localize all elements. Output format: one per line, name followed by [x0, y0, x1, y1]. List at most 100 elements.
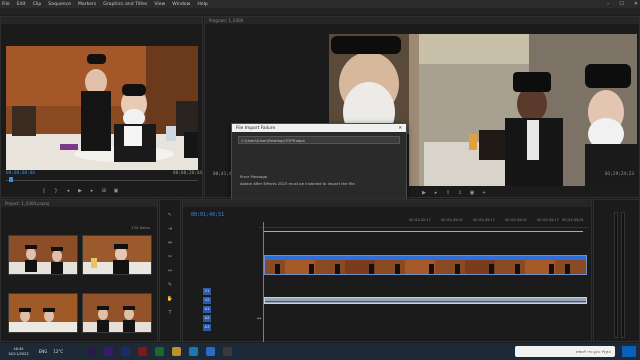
- error-message-text: Adobe After Effects 2023 must be install…: [240, 181, 356, 186]
- project-item-count: 134 Items: [131, 225, 151, 230]
- source-video-frame[interactable]: [6, 46, 198, 170]
- store-icon[interactable]: [206, 347, 216, 356]
- source-video-image: [6, 46, 198, 170]
- video-clip[interactable]: [264, 255, 587, 275]
- taskbar-weather[interactable]: 12°C: [53, 349, 63, 354]
- acrobat-icon[interactable]: [138, 347, 148, 356]
- taskbar-apps: [87, 347, 240, 356]
- step-forward-icon[interactable]: ▸: [89, 188, 95, 194]
- audio-clip[interactable]: [264, 297, 587, 304]
- ruler-label: 00;41;43;01: [441, 218, 463, 222]
- window-controls: – ☐ ✕: [607, 0, 638, 8]
- export-frame-icon[interactable]: ▣: [113, 188, 119, 194]
- razor-tool-icon[interactable]: ✂: [166, 254, 174, 262]
- taskbar-search[interactable]: הקלד כאן כדי לחפש: [515, 346, 615, 357]
- file-path-field: C:\Users\User\Desktop\TOPP.aepx: [238, 136, 400, 144]
- ruler-label: 00;41;44;17: [537, 218, 559, 222]
- project-thumbnail[interactable]: [8, 293, 78, 333]
- ripple-edit-icon[interactable]: ⇹: [166, 240, 174, 248]
- mark-out-icon[interactable]: }: [53, 188, 59, 194]
- task-view-icon[interactable]: [223, 347, 233, 356]
- pen-tool-icon[interactable]: ✎: [166, 282, 174, 290]
- taskbar-date: 16/11/2022: [8, 351, 29, 356]
- hand-tool-icon[interactable]: ✋: [166, 296, 174, 304]
- project-thumbnail[interactable]: [8, 235, 78, 275]
- type-tool-icon[interactable]: T: [166, 310, 174, 318]
- thumbnail-image: [83, 236, 151, 274]
- timeline-ruler[interactable]: 00;41;42;17 00;41;43;01 00;41;43;17 00;4…: [259, 218, 589, 228]
- photoshop-icon[interactable]: [121, 347, 131, 356]
- menu-help[interactable]: Help: [197, 2, 207, 7]
- ruler-label: 00;41;42;17: [409, 218, 431, 222]
- lift-icon[interactable]: ⇧: [445, 190, 451, 196]
- selection-tool-icon[interactable]: ↖: [166, 212, 174, 220]
- step-back-icon[interactable]: ◂: [65, 188, 71, 194]
- menu-markers[interactable]: Markers: [78, 2, 96, 7]
- error-message-label: Error Message: [240, 174, 268, 179]
- track-label-a1[interactable]: A1: [203, 306, 211, 313]
- media-icon[interactable]: [155, 347, 165, 356]
- track-select-icon[interactable]: ⇥: [166, 226, 174, 234]
- menu-file[interactable]: File: [2, 2, 10, 7]
- play-icon[interactable]: ▶: [421, 190, 427, 196]
- add-icon[interactable]: +: [481, 190, 487, 196]
- taskbar-language[interactable]: ENG: [39, 349, 48, 354]
- menu-graphics[interactable]: Graphics and Titles: [103, 2, 147, 7]
- taskbar-clock[interactable]: 16:45 16/11/2022: [8, 347, 29, 356]
- project-panel: Project: 1_0300.prproj 134 Items: [0, 199, 158, 342]
- after-effects-icon[interactable]: [87, 347, 97, 356]
- source-playhead[interactable]: [9, 177, 13, 182]
- premiere-icon[interactable]: [104, 347, 114, 356]
- project-panel-title[interactable]: Project: 1_0300.prproj: [5, 201, 49, 206]
- program-monitor-tabs: Program: 1_0300: [205, 17, 639, 24]
- zoom-handle-icon[interactable]: ↔: [257, 316, 261, 322]
- audio-meter-right: [621, 212, 625, 338]
- play-icon[interactable]: ▶: [77, 188, 83, 194]
- maximize-icon[interactable]: ☐: [619, 1, 623, 7]
- source-timecode-current: 00;00;00;00: [6, 171, 36, 176]
- windows-start-icon[interactable]: [622, 346, 636, 357]
- video-clip-filmstrip: [265, 256, 586, 274]
- work-area-bar[interactable]: [263, 231, 583, 232]
- timeline-timecode[interactable]: 00;01;40;51: [191, 212, 224, 218]
- step-forward-icon[interactable]: ▸: [433, 190, 439, 196]
- dialog-titlebar: File Import Failure ✕: [232, 124, 406, 132]
- audio-meter-left: [614, 212, 618, 338]
- source-monitor-tabs: [1, 17, 202, 24]
- track-label-a2[interactable]: A2: [203, 315, 211, 322]
- edge-icon[interactable]: [189, 347, 199, 356]
- track-label-v2[interactable]: V2: [203, 297, 211, 304]
- project-thumbnail[interactable]: [82, 235, 152, 275]
- ruler-label: 00;41;43;17: [473, 218, 495, 222]
- windows-taskbar: 16:45 16/11/2022 ENG 12°C הקלד כאן כדי ל…: [0, 343, 640, 360]
- close-icon[interactable]: ✕: [634, 1, 638, 7]
- file-explorer-icon[interactable]: [172, 347, 182, 356]
- export-frame-icon[interactable]: ▣: [469, 190, 475, 196]
- audio-waveform: [265, 301, 586, 302]
- program-transport-controls: ▶ ▸ ⇧ ⇩ ▣ +: [421, 190, 487, 196]
- mark-in-icon[interactable]: {: [41, 188, 47, 194]
- slip-tool-icon[interactable]: ↔: [166, 268, 174, 276]
- menu-view[interactable]: View: [154, 2, 165, 7]
- program-monitor-title[interactable]: Program: 1_0300: [209, 18, 243, 23]
- ruler-label: 00;41;45;01: [562, 218, 584, 222]
- source-monitor: 00;00;00;00 00;00;28;44 { } ◂ ▶ ▸ ⊞ ▣: [0, 16, 203, 198]
- taskbar-search-text: הקלד כאן כדי לחפש: [575, 349, 611, 354]
- source-scrubber[interactable]: [6, 180, 198, 181]
- project-thumbnail[interactable]: [82, 293, 152, 333]
- menu-window[interactable]: Window: [172, 2, 190, 7]
- track-label-a3[interactable]: A3: [203, 324, 211, 331]
- minimize-icon[interactable]: –: [607, 1, 610, 7]
- insert-icon[interactable]: ⊞: [101, 188, 107, 194]
- close-icon[interactable]: ✕: [398, 126, 402, 131]
- menu-sequence[interactable]: Sequence: [48, 2, 71, 7]
- extract-icon[interactable]: ⇩: [457, 190, 463, 196]
- source-transport-controls: { } ◂ ▶ ▸ ⊞ ▣: [41, 188, 119, 194]
- menu-edit[interactable]: Edit: [17, 2, 26, 7]
- track-label-v1[interactable]: V1: [203, 288, 211, 295]
- workspace-bar: [0, 8, 640, 15]
- menu-clip[interactable]: Clip: [33, 2, 42, 7]
- playhead[interactable]: [263, 222, 264, 342]
- thumbnail-image: [9, 236, 77, 274]
- program-timecode-duration: 01;29;24;23: [605, 172, 635, 177]
